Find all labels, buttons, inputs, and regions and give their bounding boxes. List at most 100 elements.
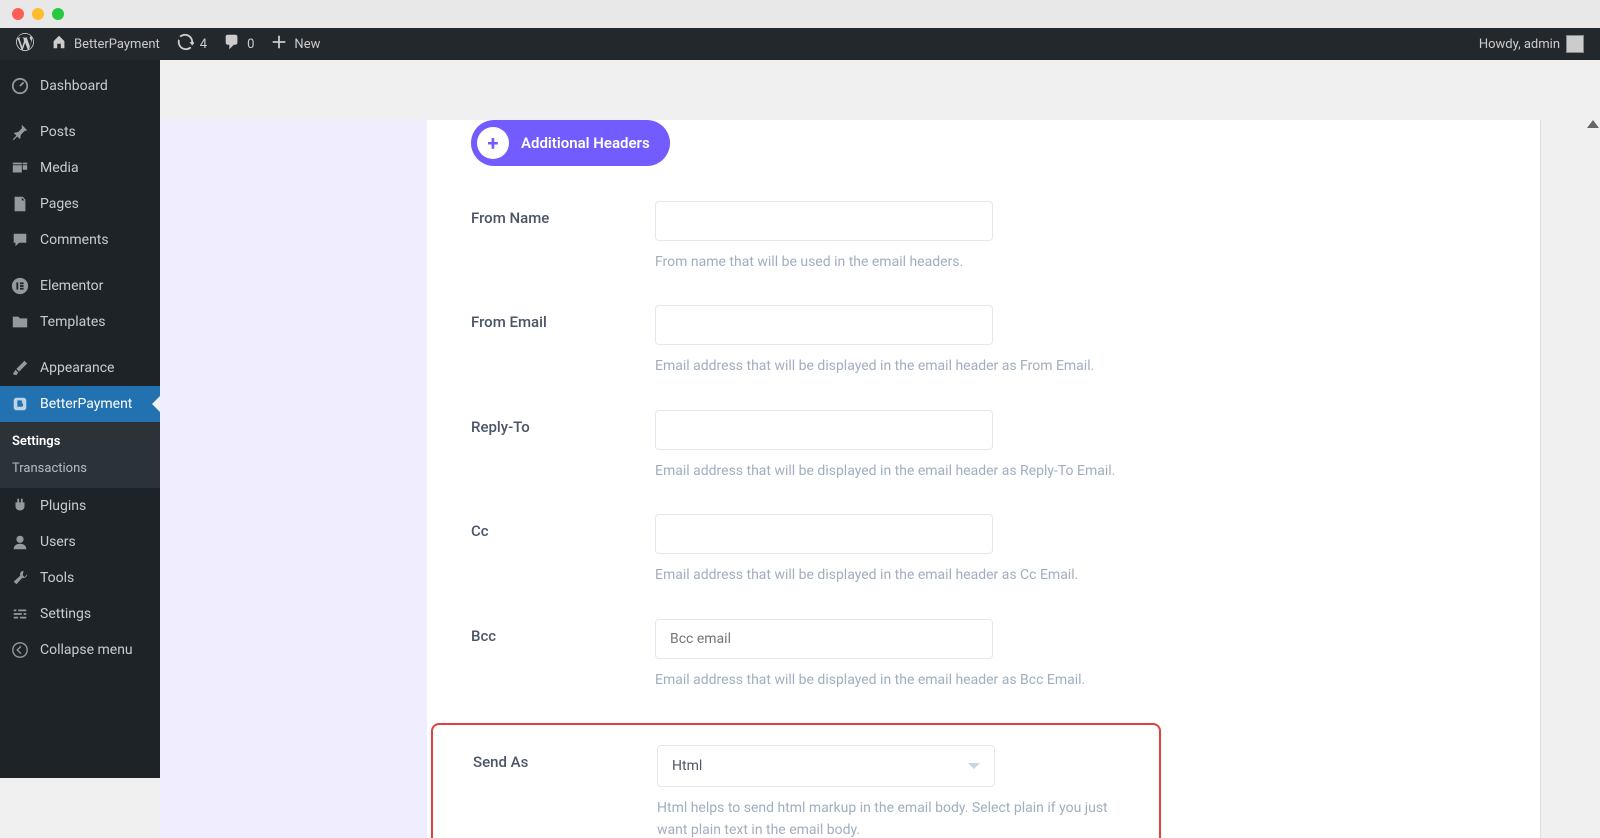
sidebar-item-plugins[interactable]: Plugins	[0, 488, 160, 524]
wp-logo-menu[interactable]	[8, 28, 42, 60]
sidebar-item-media[interactable]: Media	[0, 150, 160, 186]
plus-circle-icon: +	[477, 127, 509, 159]
admin-sidebar: Dashboard Posts Media Pages Comments Ele…	[0, 60, 160, 778]
sidebar-item-settings[interactable]: Settings	[0, 596, 160, 632]
sidebar-label: Tools	[40, 570, 74, 586]
betterpayment-icon	[10, 394, 30, 414]
form-row-send-as: Send As Html Html helps to send html mar…	[473, 745, 1159, 838]
sidebar-label: Plugins	[40, 498, 86, 514]
new-content-menu[interactable]: New	[262, 28, 328, 60]
send-as-value: Html	[672, 758, 702, 774]
from-name-help: From name that will be used in the email…	[655, 251, 1130, 273]
settings-main-panel: + Additional Headers From Name From name…	[427, 120, 1540, 838]
from-name-input[interactable]	[655, 201, 993, 241]
send-as-help: Html helps to send html markup in the em…	[657, 797, 1132, 838]
window-close-dot[interactable]	[12, 8, 24, 20]
from-email-label: From Email	[471, 305, 655, 377]
comment-icon	[223, 33, 241, 55]
form-row-cc: Cc Email address that will be displayed …	[471, 514, 1171, 586]
bcc-help: Email address that will be displayed in …	[655, 669, 1130, 691]
sidebar-label: Appearance	[40, 360, 114, 376]
elementor-icon	[10, 276, 30, 296]
submenu-settings[interactable]: Settings	[0, 428, 160, 455]
updates-icon	[176, 33, 194, 55]
sliders-icon	[10, 604, 30, 624]
sidebar-label: Dashboard	[40, 78, 108, 94]
plugin-icon	[10, 496, 30, 516]
chevron-down-icon	[968, 763, 980, 769]
submenu-transactions[interactable]: Transactions	[0, 455, 160, 482]
home-icon	[50, 33, 68, 55]
wordpress-icon	[16, 33, 34, 55]
sidebar-item-betterpayment[interactable]: BetterPayment	[0, 386, 160, 422]
collapse-icon	[10, 640, 30, 660]
sidebar-label: Settings	[40, 606, 91, 622]
updates-count: 4	[200, 37, 207, 52]
sidebar-item-templates[interactable]: Templates	[0, 304, 160, 340]
send-as-select[interactable]: Html	[657, 745, 995, 787]
reply-to-label: Reply-To	[471, 410, 655, 482]
form-row-reply-to: Reply-To Email address that will be disp…	[471, 410, 1171, 482]
sidebar-label: Comments	[40, 232, 109, 248]
additional-headers-button[interactable]: + Additional Headers	[471, 120, 670, 166]
form-row-from-email: From Email Email address that will be di…	[471, 305, 1171, 377]
browser-chrome	[0, 0, 1600, 28]
bcc-input[interactable]	[655, 619, 993, 659]
pill-label: Additional Headers	[521, 134, 650, 152]
sidebar-item-appearance[interactable]: Appearance	[0, 350, 160, 386]
site-name-text: BetterPayment	[74, 37, 160, 52]
reply-to-help: Email address that will be displayed in …	[655, 460, 1130, 482]
media-icon	[10, 158, 30, 178]
brush-icon	[10, 358, 30, 378]
settings-left-panel	[160, 120, 427, 838]
window-min-dot[interactable]	[32, 8, 44, 20]
sidebar-label: Collapse menu	[40, 642, 133, 658]
wrench-icon	[10, 568, 30, 588]
cc-help: Email address that will be displayed in …	[655, 564, 1130, 586]
cc-label: Cc	[471, 514, 655, 586]
cc-input[interactable]	[655, 514, 993, 554]
sidebar-label: Elementor	[40, 278, 103, 294]
scrollbar-gutter[interactable]	[1540, 120, 1552, 838]
page-icon	[10, 194, 30, 214]
window-max-dot[interactable]	[52, 8, 64, 20]
plus-icon	[270, 33, 288, 55]
folder-icon	[10, 312, 30, 332]
sidebar-label: Pages	[40, 196, 79, 212]
comment-icon	[10, 230, 30, 250]
betterpayment-submenu: Settings Transactions	[0, 422, 160, 488]
sidebar-label: Templates	[40, 314, 106, 330]
sidebar-item-elementor[interactable]: Elementor	[0, 268, 160, 304]
sidebar-label: BetterPayment	[40, 396, 132, 412]
admin-bar: BetterPayment 4 0 New Howdy, admin	[0, 28, 1600, 60]
dashboard-icon	[10, 76, 30, 96]
sidebar-label: Media	[40, 160, 79, 176]
comments-count: 0	[247, 37, 254, 52]
sidebar-item-users[interactable]: Users	[0, 524, 160, 560]
sidebar-label: Posts	[40, 124, 76, 140]
sidebar-item-posts[interactable]: Posts	[0, 114, 160, 150]
form-row-bcc: Bcc Email address that will be displayed…	[471, 619, 1171, 691]
form-row-from-name: From Name From name that will be used in…	[471, 201, 1171, 273]
sidebar-item-tools[interactable]: Tools	[0, 560, 160, 596]
pin-icon	[10, 122, 30, 142]
user-icon	[10, 532, 30, 552]
from-email-input[interactable]	[655, 305, 993, 345]
sidebar-item-dashboard[interactable]: Dashboard	[0, 68, 160, 104]
my-account-menu[interactable]: Howdy, admin	[1471, 28, 1592, 60]
sidebar-collapse[interactable]: Collapse menu	[0, 632, 160, 668]
avatar-icon	[1566, 35, 1584, 53]
from-email-help: Email address that will be displayed in …	[655, 355, 1130, 377]
scroll-up-arrow-icon	[1587, 120, 1599, 128]
updates-menu[interactable]: 4	[168, 28, 215, 60]
from-name-label: From Name	[471, 201, 655, 273]
site-name-menu[interactable]: BetterPayment	[42, 28, 168, 60]
send-as-highlight: Send As Html Html helps to send html mar…	[431, 723, 1161, 838]
howdy-text: Howdy, admin	[1479, 37, 1560, 52]
reply-to-input[interactable]	[655, 410, 993, 450]
sidebar-item-pages[interactable]: Pages	[0, 186, 160, 222]
sidebar-item-comments[interactable]: Comments	[0, 222, 160, 258]
bcc-label: Bcc	[471, 619, 655, 691]
send-as-label: Send As	[473, 745, 657, 838]
comments-menu[interactable]: 0	[215, 28, 262, 60]
